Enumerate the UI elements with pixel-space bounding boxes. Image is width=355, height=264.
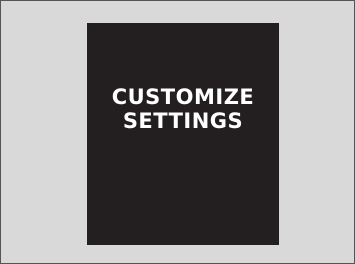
display-screen: CUSTOMIZE SETTINGS xyxy=(87,23,279,245)
message-line-2: SETTINGS xyxy=(122,109,244,133)
display-frame: CUSTOMIZE SETTINGS xyxy=(0,0,355,264)
display-message: CUSTOMIZE SETTINGS xyxy=(87,85,279,133)
message-line-1: CUSTOMIZE xyxy=(111,85,255,109)
